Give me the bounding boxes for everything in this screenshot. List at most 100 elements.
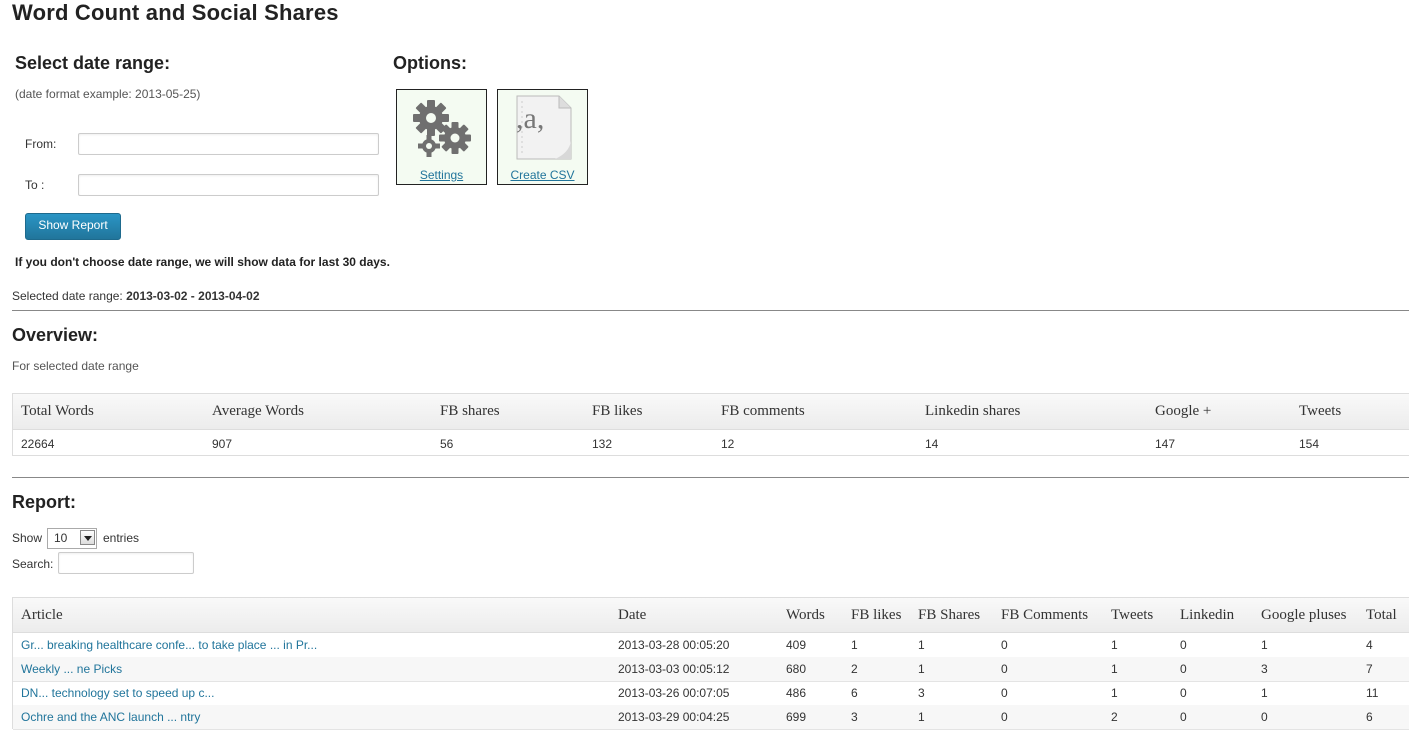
table-cell: 409 <box>786 638 807 652</box>
table-row: Weekly ... ne Picks 2013-03-03 00:05:12 … <box>13 657 1409 682</box>
table-cell: 1 <box>1111 638 1118 652</box>
to-label: To : <box>25 178 45 192</box>
show-label: Show <box>12 531 43 545</box>
report-col-header-tweets[interactable]: Tweets <box>1111 607 1153 624</box>
overview-col-header: Total Words <box>21 403 94 419</box>
table-cell: 0 <box>1180 662 1187 676</box>
table-cell: 1 <box>851 638 858 652</box>
to-date-input[interactable] <box>78 174 379 196</box>
table-cell: 0 <box>1180 710 1187 724</box>
report-col-header-fb-shares[interactable]: FB Shares <box>918 607 980 624</box>
table-cell: 11 <box>1366 686 1379 700</box>
divider <box>12 477 1409 478</box>
report-col-header-total[interactable]: Total <box>1366 607 1397 624</box>
table-cell: 1 <box>918 638 925 652</box>
table-cell: 0 <box>1001 662 1008 676</box>
page-title: Word Count and Social Shares <box>12 0 339 25</box>
report-col-header-fb-likes[interactable]: FB likes <box>851 607 901 624</box>
overview-subtitle: For selected date range <box>12 359 139 373</box>
table-row: DN... technology set to speed up c... 20… <box>13 681 1409 706</box>
date-range-note: If you don't choose date range, we will … <box>15 255 390 269</box>
selected-range-label: Selected date range: <box>12 289 123 303</box>
overview-col-header: Tweets <box>1299 403 1342 419</box>
overview-col-header: Average Words <box>212 403 304 419</box>
report-table: Article Date Words FB likes FB Shares FB… <box>12 597 1409 730</box>
table-cell: 1 <box>918 662 925 676</box>
table-cell: 6 <box>1366 710 1373 724</box>
show-report-button[interactable]: Show Report <box>25 213 121 240</box>
report-col-header-google-pluses[interactable]: Google pluses <box>1261 607 1346 624</box>
settings-link[interactable]: Settings <box>397 168 486 182</box>
gears-icon <box>413 100 471 157</box>
overview-value: 22664 <box>21 437 55 451</box>
table-cell: 4 <box>1366 638 1373 652</box>
table-cell: 0 <box>1261 710 1268 724</box>
overview-table: Total Words Average Words FB shares FB l… <box>12 393 1409 456</box>
selected-range-value: 2013-03-02 - 2013-04-02 <box>126 289 260 303</box>
article-link[interactable]: Weekly ... ne Picks <box>21 662 122 676</box>
from-label: From: <box>25 137 57 151</box>
search-input[interactable] <box>58 552 194 574</box>
from-date-input[interactable] <box>78 133 379 155</box>
report-col-header-date[interactable]: Date <box>618 607 646 624</box>
date-format-hint: (date format example: 2013-05-25) <box>15 87 201 101</box>
date-range-heading: Select date range: <box>15 53 171 73</box>
table-cell: 2013-03-03 00:05:12 <box>618 662 730 676</box>
overview-value: 12 <box>721 437 735 451</box>
table-cell: 7 <box>1366 662 1373 676</box>
article-link[interactable]: DN... technology set to speed up c... <box>21 686 214 700</box>
overview-heading: Overview: <box>12 325 99 345</box>
table-cell: 2013-03-28 00:05:20 <box>618 638 730 652</box>
overview-col-header: Linkedin shares <box>925 403 1021 419</box>
table-cell: 680 <box>786 662 807 676</box>
report-col-header-fb-comments[interactable]: FB Comments <box>1001 607 1088 624</box>
table-cell: 0 <box>1180 638 1187 652</box>
overview-value: 154 <box>1299 437 1320 451</box>
divider <box>12 310 1409 311</box>
overview-value: 147 <box>1155 437 1176 451</box>
chevron-down-icon[interactable] <box>80 530 95 545</box>
overview-col-header: FB comments <box>721 403 805 419</box>
report-col-header-article[interactable]: Article <box>21 607 63 624</box>
table-cell: 0 <box>1001 710 1008 724</box>
table-cell: 2 <box>1111 710 1118 724</box>
table-cell: 699 <box>786 710 807 724</box>
report-col-header-linkedin[interactable]: Linkedin <box>1180 607 1234 624</box>
table-cell: 3 <box>1261 662 1268 676</box>
article-link[interactable]: Ochre and the ANC launch ... ntry <box>21 710 200 724</box>
table-cell: 3 <box>918 686 925 700</box>
create-csv-option[interactable]: ,a, Create CSV <box>497 89 588 185</box>
selected-date-range: Selected date range: 2013-03-02 - 2013-0… <box>12 289 260 303</box>
report-heading: Report: <box>12 492 76 512</box>
report-col-header-words[interactable]: Words <box>786 607 825 624</box>
settings-option[interactable]: Settings <box>396 89 487 185</box>
table-cell: 2013-03-26 00:07:05 <box>618 686 730 700</box>
table-cell: 1 <box>1111 662 1118 676</box>
create-csv-link[interactable]: Create CSV <box>498 168 587 182</box>
overview-value: 132 <box>592 437 613 451</box>
article-link[interactable]: Gr... breaking healthcare confe... to ta… <box>21 638 317 652</box>
overview-header-row: Total Words Average Words FB shares FB l… <box>13 394 1409 430</box>
overview-value: 14 <box>925 437 939 451</box>
overview-value: 56 <box>440 437 454 451</box>
overview-value: 907 <box>212 437 233 451</box>
table-cell: 1 <box>1111 686 1118 700</box>
table-cell: 0 <box>1001 686 1008 700</box>
csv-glyph: ,a, <box>516 102 545 135</box>
options-heading: Options: <box>393 53 467 73</box>
overview-col-header: FB shares <box>440 403 500 419</box>
table-row: Gr... breaking healthcare confe... to ta… <box>13 633 1409 658</box>
entries-label: entries <box>103 531 140 545</box>
table-cell: 486 <box>786 686 807 700</box>
table-cell: 0 <box>1180 686 1187 700</box>
overview-col-header: FB likes <box>592 403 643 419</box>
table-cell: 2013-03-29 00:04:25 <box>618 710 730 724</box>
entries-select-value: 10 <box>54 531 68 545</box>
table-row: Ochre and the ANC launch ... ntry 2013-0… <box>13 705 1409 730</box>
table-cell: 3 <box>851 710 858 724</box>
search-label: Search: <box>12 557 54 571</box>
table-cell: 0 <box>1001 638 1008 652</box>
table-cell: 1 <box>1261 638 1268 652</box>
overview-col-header: Google + <box>1155 403 1212 419</box>
entries-select[interactable]: 10 <box>47 528 97 549</box>
